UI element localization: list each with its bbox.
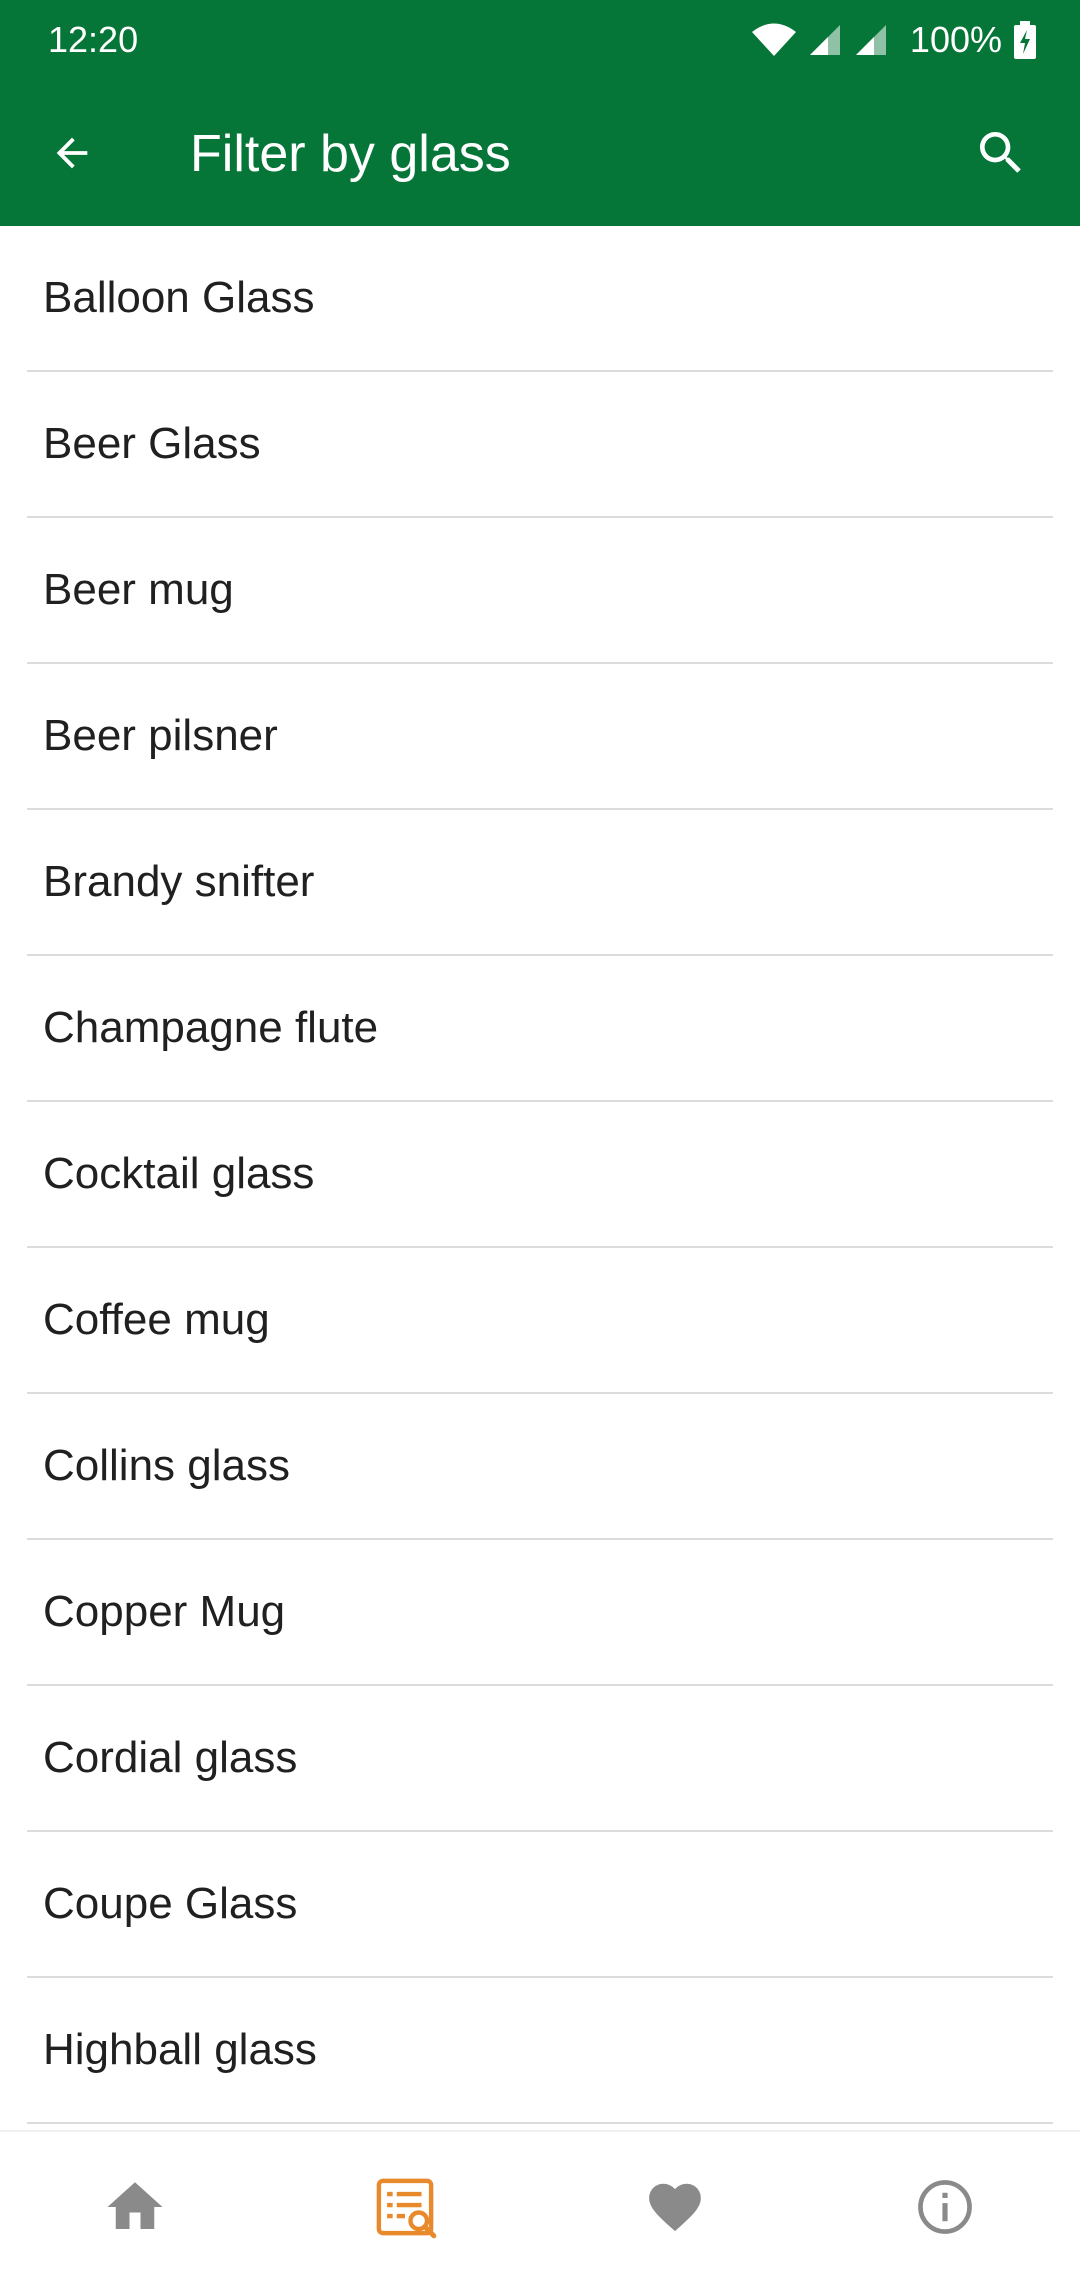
status-bar: 12:20 100% xyxy=(0,0,1080,80)
list-item-label: Highball glass xyxy=(43,2025,317,2074)
list-item-label: Coupe Glass xyxy=(43,1879,298,1928)
status-time: 12:20 xyxy=(48,19,139,60)
list-item-beer-pilsner[interactable]: Beer pilsner xyxy=(27,664,1053,810)
list-item-collins-glass[interactable]: Collins glass xyxy=(27,1394,1053,1540)
list-item-balloon-glass[interactable]: Balloon Glass xyxy=(27,226,1053,372)
bottom-nav xyxy=(0,2130,1080,2280)
list-item-label: Collins glass xyxy=(43,1441,290,1490)
home-icon xyxy=(107,2182,163,2229)
list-item-copper-mug[interactable]: Copper Mug xyxy=(27,1540,1053,1686)
filter-list-icon xyxy=(376,2178,437,2239)
list-item-cordial-glass[interactable]: Cordial glass xyxy=(27,1686,1053,1832)
screen: 12:20 100% Filter by glass Balloon Glass… xyxy=(0,0,1080,2280)
battery-charging-icon xyxy=(1014,21,1036,59)
search-icon xyxy=(980,132,1021,173)
list-item-cocktail-glass[interactable]: Cocktail glass xyxy=(27,1102,1053,1248)
list-item-brandy-snifter[interactable]: Brandy snifter xyxy=(27,810,1053,956)
glass-list: Balloon Glass Beer Glass Beer mug Beer p… xyxy=(0,226,1080,2130)
search-button[interactable] xyxy=(962,114,1040,192)
nav-info[interactable] xyxy=(810,2132,1080,2280)
info-icon xyxy=(918,2180,972,2234)
cell-signal-icon-2 xyxy=(855,25,886,55)
battery-percent: 100% xyxy=(909,19,1002,60)
back-button[interactable] xyxy=(36,117,108,189)
list-item-label: Beer pilsner xyxy=(43,711,278,760)
page-title: Filter by glass xyxy=(190,125,511,183)
arrow-back-icon xyxy=(56,137,88,169)
list-item-label: Coffee mug xyxy=(43,1295,270,1344)
list-item-beer-glass[interactable]: Beer Glass xyxy=(27,372,1053,518)
status-icons: 100% xyxy=(751,16,1036,64)
list-item-label: Cocktail glass xyxy=(43,1149,315,1198)
list-item-label: Champagne flute xyxy=(43,1003,379,1052)
list-item-label: Copper Mug xyxy=(43,1587,286,1636)
list-item-coupe-glass[interactable]: Coupe Glass xyxy=(27,1832,1053,1978)
nav-home[interactable] xyxy=(0,2132,270,2280)
list-item-highball-glass[interactable]: Highball glass xyxy=(27,1978,1053,2124)
heart-icon xyxy=(649,2183,701,2232)
app-bar: Filter by glass xyxy=(0,80,1080,226)
wifi-icon xyxy=(751,23,796,56)
list-item-label: Beer Glass xyxy=(43,419,261,468)
list-item-label: Cordial glass xyxy=(43,1733,298,1782)
list-item-beer-mug[interactable]: Beer mug xyxy=(27,518,1053,664)
list-item-champagne-flute[interactable]: Champagne flute xyxy=(27,956,1053,1102)
list-item-label: Beer mug xyxy=(43,565,234,614)
list-item-label: Brandy snifter xyxy=(43,857,315,906)
nav-filter[interactable] xyxy=(270,2132,540,2280)
cell-signal-icon xyxy=(809,25,840,55)
list-item-label: Balloon Glass xyxy=(43,273,315,322)
nav-favorites[interactable] xyxy=(540,2132,810,2280)
list-item-coffee-mug[interactable]: Coffee mug xyxy=(27,1248,1053,1394)
